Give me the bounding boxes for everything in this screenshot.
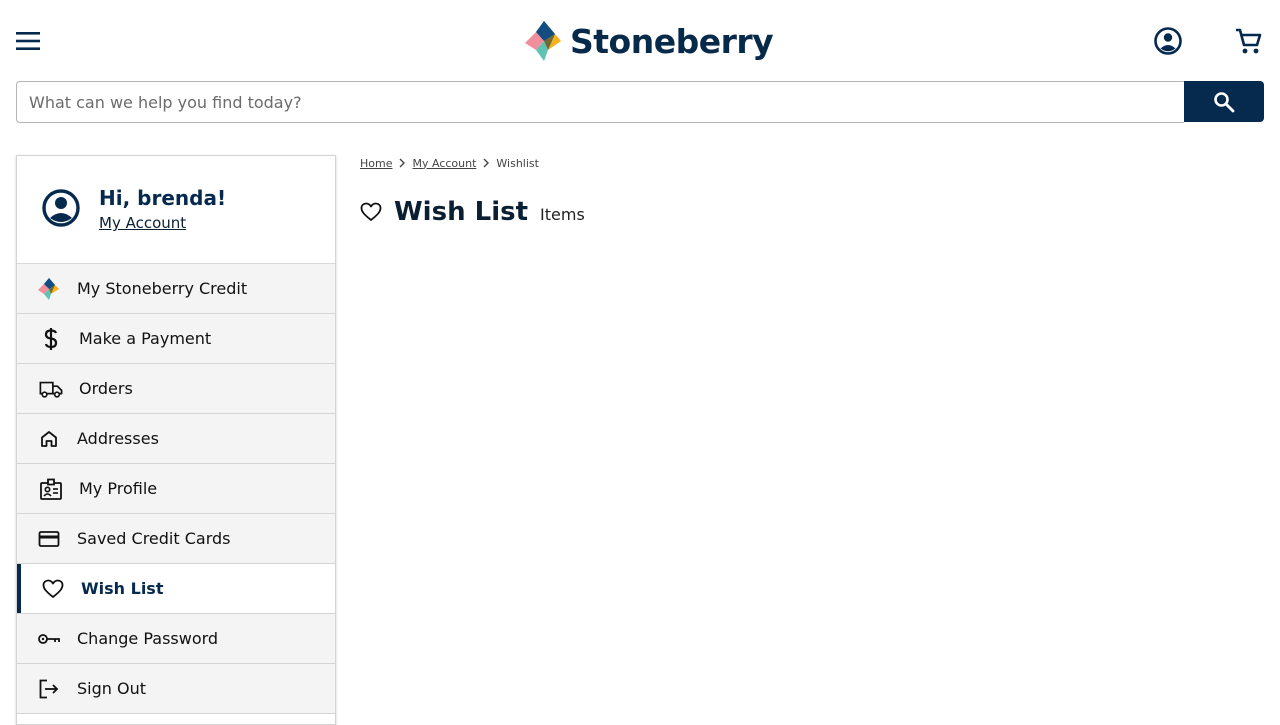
search-input[interactable] xyxy=(16,81,1184,123)
user-avatar-icon xyxy=(42,189,80,227)
sidebar-item-label: Make a Payment xyxy=(79,329,212,348)
credit-card-icon xyxy=(37,527,61,551)
greeting-text: Hi, brenda! xyxy=(99,186,227,210)
brand-name: Stoneberry xyxy=(570,21,774,61)
truck-icon xyxy=(39,377,63,401)
sidebar-item-label: Sign Out xyxy=(77,679,146,698)
stoneberry-logo-mark xyxy=(525,21,561,61)
shopping-cart-icon[interactable] xyxy=(1233,26,1263,56)
sidebar-item-my-profile[interactable]: My Profile xyxy=(17,464,335,514)
home-icon xyxy=(37,427,61,451)
breadcrumb: Home My Account Wishlist xyxy=(360,155,539,171)
chevron-right-icon xyxy=(482,158,490,168)
sidebar-item-wish-list[interactable]: Wish List xyxy=(17,564,335,614)
sidebar-item-label: My Profile xyxy=(79,479,158,498)
account-greeting: Hi, brenda! My Account xyxy=(17,156,335,264)
sidebar-item-label: Addresses xyxy=(77,429,159,448)
my-account-link[interactable]: My Account xyxy=(99,214,186,232)
stoneberry-logo-icon xyxy=(37,277,61,301)
dollar-icon xyxy=(39,327,63,351)
sidebar-item-label: Orders xyxy=(79,379,133,398)
heart-icon xyxy=(360,202,382,221)
breadcrumb-home[interactable]: Home xyxy=(360,157,392,170)
account-circle-icon[interactable] xyxy=(1153,26,1183,56)
sidebar-item-label: Wish List xyxy=(81,579,164,598)
account-sidebar: Hi, brenda! My Account My Stoneberry Cre… xyxy=(16,155,336,725)
stoneberry-logo[interactable]: Stoneberry xyxy=(524,18,774,64)
items-count-label: Items xyxy=(540,204,585,224)
search-bar xyxy=(16,81,1264,123)
sidebar-item-make-payment[interactable]: Make a Payment xyxy=(17,314,335,364)
sidebar-item-label: Change Password xyxy=(77,629,219,648)
chevron-right-icon xyxy=(398,158,406,168)
hamburger-menu-icon[interactable] xyxy=(14,27,42,55)
key-icon xyxy=(37,627,61,651)
page-title-row: Wish List Items xyxy=(360,194,585,230)
search-button[interactable] xyxy=(1184,81,1264,122)
breadcrumb-my-account[interactable]: My Account xyxy=(412,157,476,170)
sidebar-item-orders[interactable]: Orders xyxy=(17,364,335,414)
sidebar-item-addresses[interactable]: Addresses xyxy=(17,414,335,464)
sidebar-item-saved-credit-cards[interactable]: Saved Credit Cards xyxy=(17,514,335,564)
search-icon xyxy=(1214,91,1235,112)
breadcrumb-current: Wishlist xyxy=(496,156,539,170)
sidebar-item-sign-out[interactable]: Sign Out xyxy=(17,664,335,714)
heart-icon xyxy=(41,577,65,601)
profile-badge-icon xyxy=(39,477,63,501)
site-header: Stoneberry xyxy=(0,0,1280,82)
sidebar-item-stoneberry-credit[interactable]: My Stoneberry Credit xyxy=(17,264,335,314)
sidebar-item-label: My Stoneberry Credit xyxy=(77,279,248,298)
page-title: Wish List xyxy=(394,197,529,227)
sidebar-item-change-password[interactable]: Change Password xyxy=(17,614,335,664)
sign-out-icon xyxy=(37,677,61,701)
sidebar-item-label: Saved Credit Cards xyxy=(77,529,231,548)
